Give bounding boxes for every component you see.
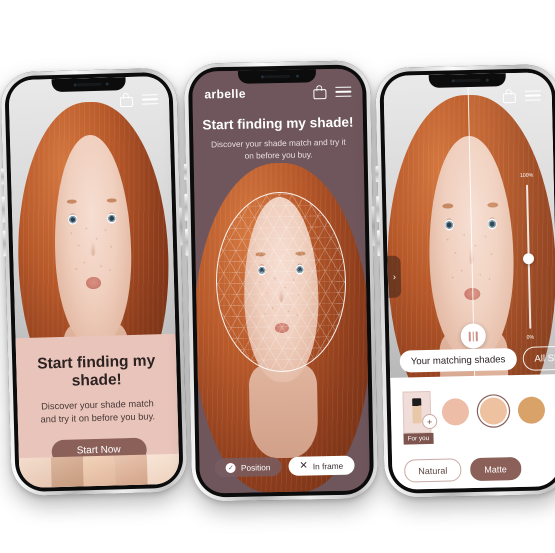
phone-volume-down-button[interactable] [376,230,381,257]
status-pill-in-frame[interactable]: ✕ In frame [288,455,355,476]
phone-volume-up-button[interactable] [376,196,380,223]
phone2-hero-text: Start finding my shade! Discover your sh… [193,114,364,162]
slider-min-label: 0% [526,334,535,341]
chevron-right-icon[interactable]: › [387,255,402,298]
hamburger-menu-icon[interactable] [335,86,352,98]
phone1-promo-panel: Start finding my shade! Discover your sh… [15,333,180,489]
hamburger-menu-icon[interactable] [141,93,159,105]
phone-mockup-try-on: › 100% 0% Your matching shades All Shade… [375,63,555,499]
brand-logo[interactable]: arbelle [204,87,246,102]
phone2-screen: arbelle Start finding my shade! Discover… [191,68,371,494]
strip-thumb [146,453,180,485]
phone-power-button[interactable] [371,206,376,247]
for-you-badge: For you [403,432,434,445]
all-shades-button[interactable]: All Shades [522,345,555,371]
shopping-bag-icon[interactable] [119,92,134,108]
page-subtitle: Discover your shade match and try it on … [40,398,156,425]
phone-side-button[interactable] [375,166,379,183]
strip-thumb [114,454,148,486]
shopping-bag-icon[interactable] [502,89,516,104]
check-circle-icon: ✓ [225,462,236,473]
phone-volume-down-button[interactable] [184,228,189,256]
phone-side-button[interactable] [183,163,188,180]
page-subtitle: Discover your shade match and try it on … [210,136,346,161]
phone-notch [428,73,507,88]
status-pill-label: In frame [312,460,344,471]
finish-matte-button[interactable]: Matte [470,456,522,482]
plus-icon[interactable]: + [422,413,438,430]
status-pill-label: Position [240,461,271,473]
shopping-bag-icon[interactable] [313,85,327,100]
foundation-bottle-icon [412,398,422,424]
phone-notch [51,77,126,93]
finish-natural-button[interactable]: Natural [404,458,462,483]
phone3-screen: › 100% 0% Your matching shades All Shade… [383,72,555,490]
phone-mockup-onboarding: Start finding my shade! Discover your sh… [0,67,188,497]
screenshot-stage: Start finding my shade! Discover your sh… [0,0,555,553]
page-title: Start finding my shade! [202,114,354,133]
phone1-screen: Start finding my shade! Discover your sh… [8,75,180,489]
matching-shades-button[interactable]: Your matching shades [399,348,517,373]
shade-swatch-selected[interactable] [479,396,508,425]
slider-knob[interactable] [522,253,535,265]
status-pill-position[interactable]: ✓ Position [214,457,282,478]
product-image-strip [18,453,180,489]
strip-thumb [18,457,52,489]
shade-selector-tray: + For you Natural Matte [390,374,555,490]
intensity-slider[interactable]: 100% 0% [514,172,544,341]
phone-side-button[interactable] [0,168,5,185]
strip-thumb [82,455,116,487]
page-title: Start finding my shade! [37,352,156,390]
phone-volume-up-button[interactable] [184,193,188,221]
shade-swatch-row: + For you [390,374,555,445]
slider-max-label: 100% [519,172,534,179]
hamburger-menu-icon[interactable] [524,90,541,102]
close-x-icon: ✕ [299,460,308,472]
shade-swatch[interactable] [441,397,470,426]
shade-swatch[interactable] [517,395,546,424]
phone-mockup-face-scan: arbelle Start finding my shade! Discover… [183,60,379,502]
face-mesh-overlay [215,191,347,373]
shade-filter-buttons: Your matching shades All Shades [390,345,555,374]
product-thumbnail-foundation-bottle[interactable]: + For you [402,390,438,445]
phone-power-button[interactable] [178,207,184,246]
strip-thumb [50,456,84,488]
phone-notch [237,69,317,84]
scan-status-pills: ✓ Position ✕ In frame [199,455,369,478]
